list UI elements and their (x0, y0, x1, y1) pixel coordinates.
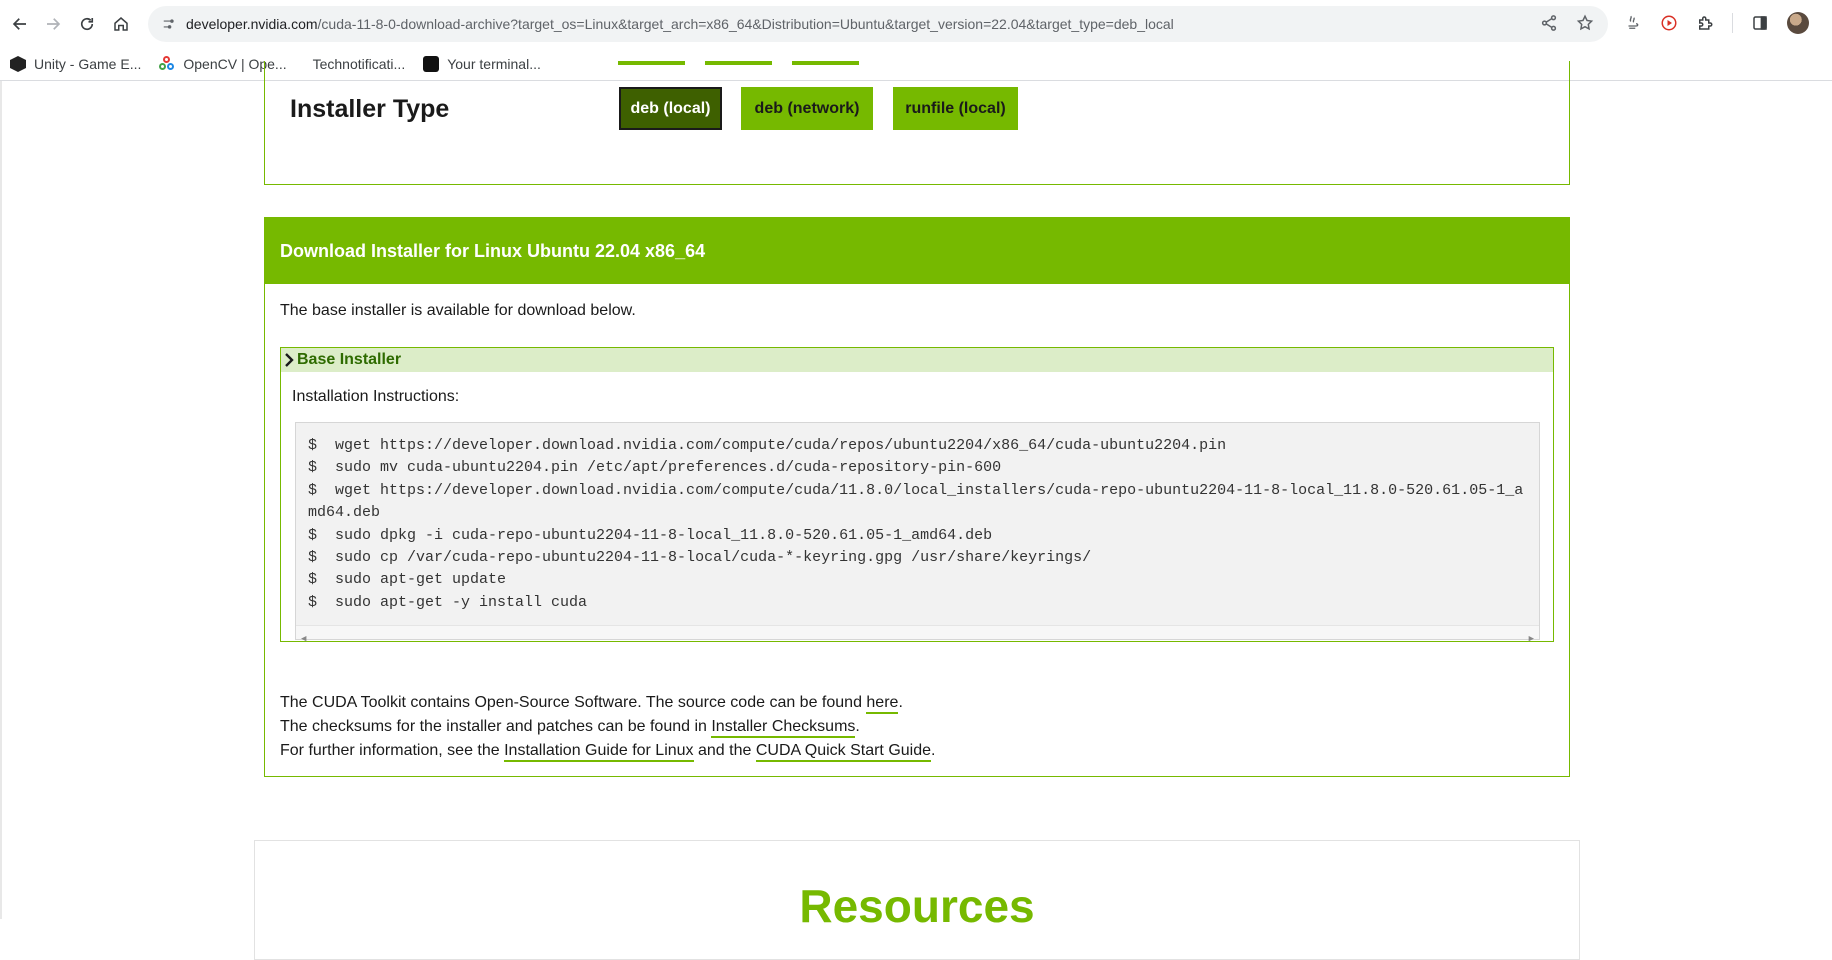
opencv-icon (159, 56, 175, 72)
home-icon[interactable] (104, 7, 138, 41)
extensions-puzzle-icon[interactable] (1696, 14, 1714, 32)
deb-local-button[interactable]: deb (local) (619, 87, 722, 130)
base-installer-panel: Base Installer Installation Instructions… (280, 347, 1554, 644)
code-horizontal-scrollbar[interactable]: ◀ ▶ (296, 625, 1539, 644)
install-commands-code[interactable]: $ wget https://developer.download.nvidia… (295, 422, 1540, 644)
bookmark-unity[interactable]: Unity - Game E... (10, 56, 141, 72)
code-line: $ sudo cp /var/cuda-repo-ubuntu2204-11-8… (308, 549, 1092, 567)
resources-section: Resources (254, 840, 1580, 960)
chevron-right-icon (285, 353, 294, 367)
code-line: $ sudo dpkg -i cuda-repo-ubuntu2204-11-8… (308, 526, 993, 544)
side-panel-icon[interactable] (1751, 14, 1769, 32)
installer-checksums-link[interactable]: Installer Checksums (711, 718, 856, 738)
profile-avatar[interactable] (1787, 12, 1809, 34)
installer-type-section: Installer Type deb (local) deb (network)… (264, 61, 1570, 185)
page-content: Installer Type deb (local) deb (network)… (0, 61, 1832, 960)
option-stub (618, 61, 685, 65)
site-info-icon[interactable] (162, 17, 176, 31)
download-header: Download Installer for Linux Ubuntu 22.0… (265, 218, 1569, 284)
code-line: $ sudo mv cuda-ubuntu2204.pin /etc/apt/p… (308, 459, 1002, 477)
installation-guide-link[interactable]: Installation Guide for Linux (504, 742, 694, 762)
option-stub (792, 61, 859, 65)
download-section: Download Installer for Linux Ubuntu 22.0… (264, 217, 1570, 777)
record-extension-icon[interactable] (1660, 14, 1678, 32)
quick-start-guide-link[interactable]: CUDA Quick Start Guide (755, 742, 932, 762)
runfile-local-button[interactable]: runfile (local) (893, 87, 1018, 130)
availability-text: The base installer is available for down… (280, 302, 636, 319)
share-icon[interactable] (1540, 14, 1558, 32)
further-info: For further information, see the Install… (280, 742, 935, 762)
url-text: developer.nvidia.com/cuda-11-8-0-downloa… (186, 16, 1174, 32)
code-line: $ sudo apt-get -y install cuda (308, 593, 588, 611)
extensions-area: ⋮ (1624, 12, 1832, 34)
address-bar[interactable]: developer.nvidia.com/cuda-11-8-0-downloa… (148, 6, 1608, 42)
unity-icon (10, 56, 26, 72)
deb-network-button[interactable]: deb (network) (741, 87, 873, 130)
reload-icon[interactable] (70, 7, 104, 41)
code-line: $ wget https://developer.download.nvidia… (308, 437, 1227, 454)
back-icon[interactable] (3, 7, 37, 41)
option-stub (705, 61, 772, 65)
code-line: $ sudo apt-get update (308, 571, 507, 589)
instructions-label: Installation Instructions: (292, 388, 460, 405)
base-installer-title: Base Installer (297, 351, 402, 368)
base-installer-toggle[interactable]: Base Installer (281, 348, 1553, 372)
menu-dots-icon[interactable]: ⋮ (1827, 13, 1832, 34)
checksums-info: The checksums for the installer and patc… (280, 718, 860, 738)
forward-icon[interactable] (36, 7, 70, 41)
source-code-link[interactable]: here (866, 694, 899, 714)
page-left-edge (0, 81, 2, 919)
bookmark-star-icon[interactable] (1576, 14, 1594, 32)
bookmark-label: Unity - Game E... (34, 56, 142, 72)
resources-title: Resources (799, 880, 1035, 932)
code-line: $ wget https://developer.download.nvidia… (308, 481, 1524, 522)
java-icon[interactable] (1624, 14, 1642, 32)
browser-toolbar: developer.nvidia.com/cuda-11-8-0-downloa… (0, 0, 1832, 48)
source-code-info: The CUDA Toolkit contains Open-Source So… (280, 694, 903, 714)
scroll-right-icon[interactable]: ▶ (1529, 628, 1534, 650)
scroll-left-icon[interactable]: ◀ (301, 628, 306, 650)
installer-type-title: Installer Type (290, 95, 450, 123)
